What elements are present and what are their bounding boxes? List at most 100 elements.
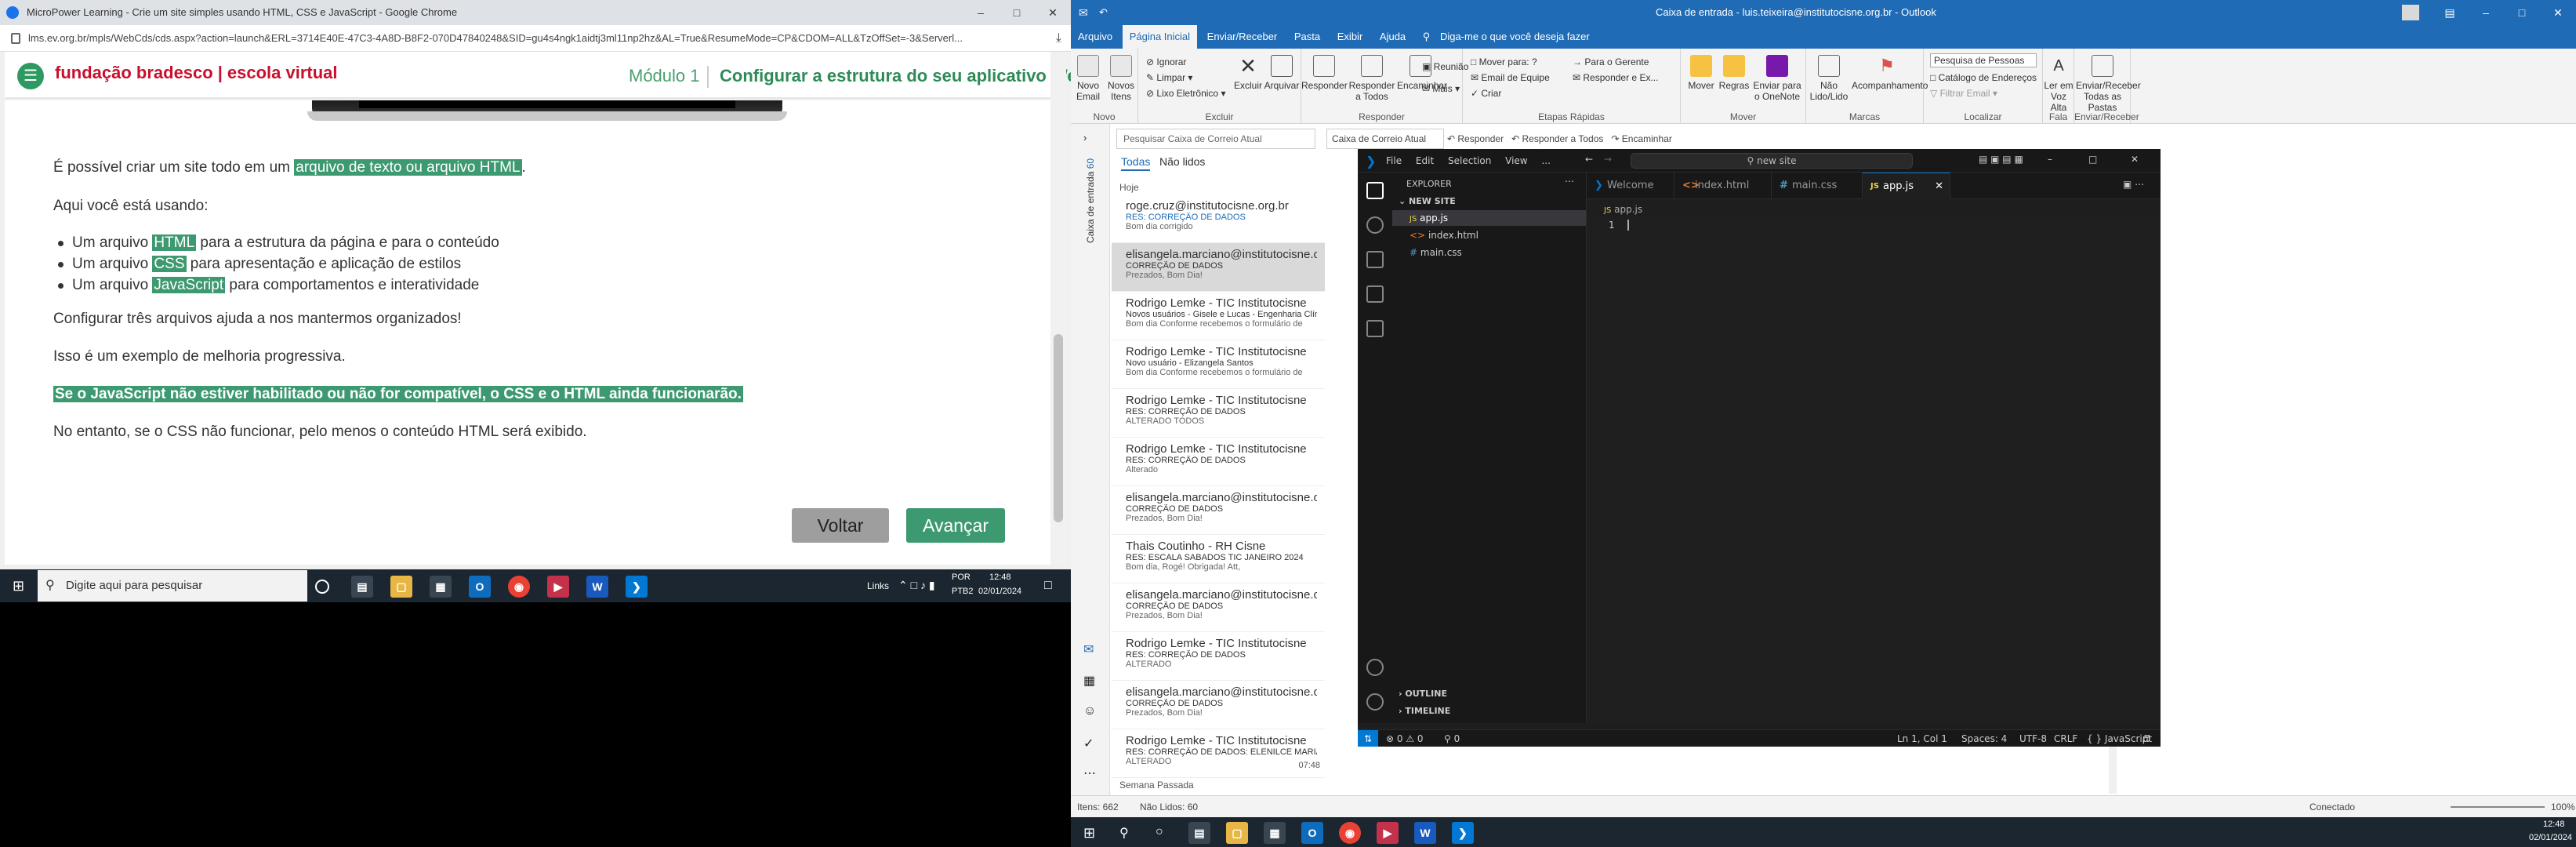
expand-folders-icon[interactable]: › [1083, 132, 1087, 144]
url-text[interactable]: lms.ev.org.br/mpls/WebCds/cds.aspx?actio… [28, 32, 963, 44]
notifications-bell-icon[interactable]: ♬ [2142, 730, 2150, 747]
quickstep-reply-delete[interactable]: ✉ Responder e Ex... [1573, 72, 1658, 83]
message-item[interactable]: Rodrigo Lemke - TIC Institutocisne RES: C… [1112, 632, 1325, 681]
breadcrumb[interactable]: JS app.js [1587, 201, 1642, 220]
code-editor[interactable]: 1 [1587, 218, 2161, 723]
message-item[interactable]: Rodrigo Lemke - TIC Institutocisne Novo u… [1112, 340, 1325, 389]
app-icon[interactable]: ▦ [430, 576, 452, 598]
tell-me-box[interactable]: Diga-me o que você deseja fazer [1440, 25, 1597, 49]
tab-enviar-receber[interactable]: Enviar/Receber [1200, 25, 1285, 49]
clock-date[interactable]: 02/01/2024 [2529, 833, 2572, 842]
message-item[interactable]: Thais Coutinho - RH Cisne RES: ESCALA SAB… [1112, 535, 1325, 583]
extensions-icon[interactable] [1366, 320, 1384, 337]
group-header-last-week[interactable]: Semana Passada [1112, 778, 1325, 792]
outline-section[interactable]: › OUTLINE [1399, 689, 1447, 699]
word-taskbar-icon[interactable]: W [586, 576, 608, 598]
junk-button[interactable]: ⊘ Lixo Eletrônico ▾ [1146, 88, 1225, 99]
zoom-level[interactable]: 100% [2551, 796, 2575, 818]
undo-icon[interactable]: ↶ [1099, 0, 1108, 25]
filter-unread-tab[interactable]: Não lidos [1159, 155, 1205, 168]
scrollbar-thumb[interactable] [1054, 334, 1063, 522]
minimize-icon[interactable]: – [963, 0, 999, 25]
calendar-nav-icon[interactable]: ▦ [1083, 673, 1095, 689]
search-scope-dropdown[interactable]: Caixa de Correio Atual [1326, 129, 1444, 149]
problems-indicator[interactable]: ⊗ 0 ⚠ 0 [1386, 730, 1424, 747]
message-item[interactable]: elisangela.marciano@institutocisne.org..… [1112, 243, 1325, 292]
move-button[interactable]: Mover [1685, 55, 1717, 91]
notification-icon[interactable]: □ [1044, 579, 1052, 593]
menu-view[interactable]: View [1505, 155, 1527, 166]
end-of-line[interactable]: CRLF [2054, 730, 2077, 747]
new-items-button[interactable]: Novos Itens [1105, 55, 1137, 102]
message-item[interactable]: Rodrigo Lemke - TIC Institutocisne RES: C… [1112, 389, 1325, 438]
folder-header[interactable]: ⌄ NEW SITE [1399, 196, 1456, 206]
message-item[interactable]: Rodrigo Lemke - TIC Institutocisne Novos … [1112, 292, 1325, 340]
tab-pasta[interactable]: Pasta [1287, 25, 1327, 49]
minimize-icon[interactable]: – [2468, 0, 2504, 25]
next-button[interactable]: Avançar [906, 508, 1005, 543]
source-control-icon[interactable] [1366, 251, 1384, 268]
file-item-indexhtml[interactable]: <> index.html [1392, 227, 1478, 243]
reply-action[interactable]: ↶ Responder [1447, 133, 1504, 144]
split-editor-icon[interactable]: ▣ ⋯ [2123, 179, 2144, 190]
more-button[interactable]: ✉ Mais ▾ [1422, 83, 1460, 94]
message-item[interactable]: roge.cruz@institutocisne.org.br RES: CORR… [1112, 194, 1325, 243]
layout-icons[interactable]: ▤ ▣ ▤ ▦ [1979, 154, 2023, 165]
page-scrollbar[interactable] [1050, 52, 1066, 565]
links-toolbar[interactable]: Links [867, 580, 889, 591]
maximize-icon[interactable]: □ [2504, 0, 2540, 25]
clean-button[interactable]: ✎ Limpar ▾ [1146, 72, 1192, 83]
delete-button[interactable]: ✕ Excluir [1232, 55, 1264, 91]
send-receive-all-button[interactable]: Enviar/Receber Todas as Pastas [2076, 55, 2141, 113]
task-view-icon[interactable]: ▤ [351, 576, 373, 598]
search-icon[interactable]: ⚲ [1119, 825, 1129, 841]
cursor-position[interactable]: Ln 1, Col 1 [1897, 730, 1947, 747]
tray-arrows-icon[interactable]: ⌃ □ ♪ ▮ [898, 579, 935, 592]
onenote-button[interactable]: Enviar para o OneNote [1751, 55, 1803, 102]
read-aloud-button[interactable]: A Ler em Voz Alta [2043, 55, 2074, 113]
tab-pagina-inicial[interactable]: Página Inicial [1122, 25, 1198, 49]
close-tab-icon[interactable]: ✕ [1935, 173, 1943, 200]
back-arrow-icon[interactable]: ← [1585, 154, 1593, 165]
people-nav-icon[interactable]: ☺ [1083, 704, 1096, 718]
close-icon[interactable]: ✕ [2540, 0, 2576, 25]
vscode-taskbar-icon[interactable]: ❯ [1452, 822, 1474, 844]
ribbon-display-icon[interactable]: ▤ [2432, 0, 2468, 25]
media-taskbar-icon[interactable]: ▶ [547, 576, 569, 598]
file-explorer-icon[interactable]: ▢ [390, 576, 412, 598]
unread-read-button[interactable]: Não Lido/Lido [1809, 55, 1849, 102]
more-nav-icon[interactable]: ⋯ [1083, 765, 1096, 781]
clock-time[interactable]: 12:48 [989, 573, 1011, 582]
filter-all-tab[interactable]: Todas [1121, 155, 1151, 171]
maximize-icon[interactable]: □ [999, 0, 1035, 25]
account-avatar[interactable] [2402, 5, 2419, 20]
file-item-maincss[interactable]: # main.css [1392, 245, 1462, 260]
address-bar[interactable]: lms.ev.org.br/mpls/WebCds/cds.aspx?actio… [0, 25, 1071, 52]
group-header-today[interactable]: Hoje [1112, 180, 1325, 194]
chrome-taskbar-icon[interactable]: ◉ [1339, 822, 1361, 844]
windows-start-icon[interactable]: ⊞ [1083, 825, 1095, 842]
tab-welcome[interactable]: ❯ Welcome [1587, 173, 1674, 199]
outlook-taskbar-icon[interactable]: O [469, 576, 491, 598]
reply-all-action[interactable]: ↶ Responder a Todos [1511, 133, 1603, 144]
quickstep-move[interactable]: □ Mover para: ? [1471, 56, 1537, 67]
menu-selection[interactable]: Selection [1448, 155, 1491, 166]
back-button[interactable]: Voltar [792, 508, 889, 543]
minimize-icon[interactable]: – [2048, 154, 2052, 165]
menu-more[interactable]: ... [1541, 155, 1550, 166]
word-taskbar-icon[interactable]: W [1414, 822, 1436, 844]
message-item[interactable]: Rodrigo Lemke - TIC Institutocisne RES: C… [1112, 438, 1325, 486]
site-logo[interactable]: fundação bradesco | escola virtual [55, 63, 338, 83]
rules-button[interactable]: Regras [1718, 55, 1750, 91]
tab-maincss[interactable]: # main.css [1772, 173, 1863, 199]
tab-arquivo[interactable]: Arquivo [1071, 25, 1119, 49]
reply-all-button[interactable]: Responder a Todos [1348, 55, 1395, 102]
tab-exibir[interactable]: Exibir [1330, 25, 1370, 49]
site-info-icon[interactable] [11, 33, 20, 44]
chrome-taskbar-icon[interactable]: ◉ [508, 576, 530, 598]
more-actions-icon[interactable]: ⋯ [1565, 176, 1574, 187]
message-item[interactable]: elisangela.marciano@institutocisne.org..… [1112, 486, 1325, 535]
maximize-icon[interactable]: □ [2088, 154, 2097, 165]
tasks-nav-icon[interactable]: ✓ [1083, 736, 1094, 751]
media-taskbar-icon[interactable]: ▶ [1377, 822, 1399, 844]
